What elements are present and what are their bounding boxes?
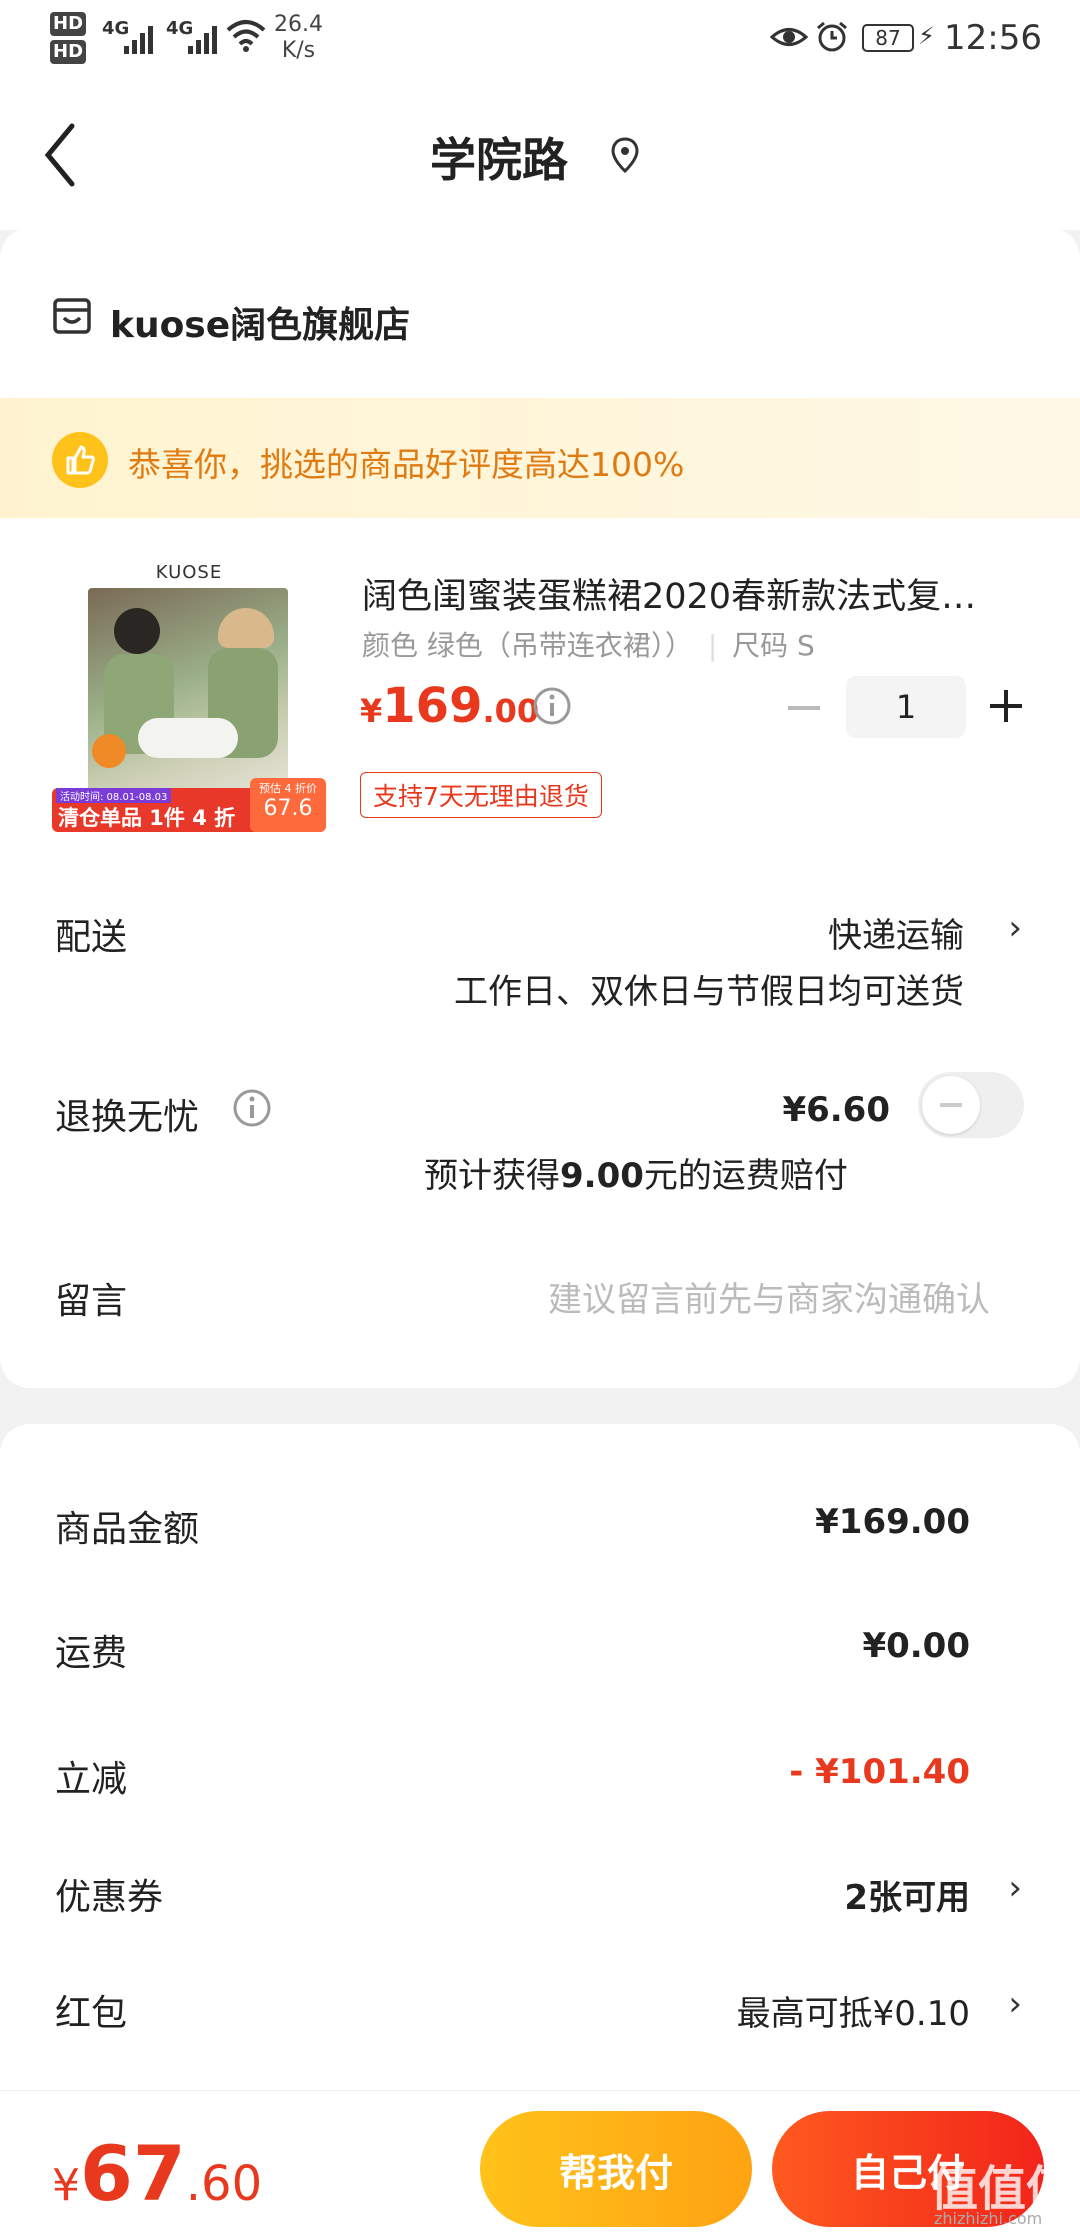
charging-icon: ⚡ — [918, 22, 935, 50]
toggle-knob — [922, 1076, 980, 1134]
signal1-icon — [122, 22, 156, 64]
help-pay-button[interactable]: 帮我付 — [480, 2111, 752, 2227]
insurance-price: ¥6.60 — [782, 1090, 890, 1130]
promo-ribbon: 活动时间: 08.01-08.03 清仓单品 1件 4 折 预估 4 折价 67… — [52, 778, 326, 832]
wifi-icon — [226, 18, 266, 62]
status-bar: HD HD 4G 4G 26.4 K/s 87 ⚡ 12:56 — [0, 0, 1080, 80]
nav-bar: 学院路 — [0, 80, 1080, 230]
message-label: 留言 — [55, 1281, 128, 1322]
praise-text: 恭喜你，挑选的商品好评度高达100% — [128, 445, 685, 484]
redpacket-value[interactable]: 最高可抵¥0.10 — [737, 1986, 970, 2035]
message-input[interactable]: 建议留言前先与商家沟通确认 — [548, 1272, 990, 1321]
shop-icon — [52, 296, 92, 340]
increase-button[interactable] — [988, 688, 1024, 728]
insurance-note: 预计获得9.00元的运费赔付 — [424, 1156, 848, 1196]
goods-amount-value: ¥169.00 — [815, 1502, 970, 1542]
return-policy-tag: 支持7天无理由退货 — [360, 772, 602, 818]
discount-label: 立减 — [55, 1759, 128, 1800]
quantity-field[interactable]: 1 — [846, 676, 966, 738]
discount-value: - ¥101.40 — [789, 1752, 970, 1792]
product-spec: 颜色 绿色（吊带连衣裙）） | 尺码 S — [362, 629, 815, 662]
redpacket-label: 红包 — [55, 1993, 128, 2034]
thumbs-up-icon — [52, 432, 108, 488]
product-image[interactable]: KUOSE 活动时间: 08.01-08.03 清仓单品 1件 4 折 预估 4… — [52, 558, 326, 832]
coupon-chevron-icon[interactable]: › — [1008, 1868, 1022, 1908]
product-image-brand: KUOSE — [155, 562, 223, 583]
price-info-icon[interactable] — [532, 686, 572, 730]
coupon-value[interactable]: 2张可用 — [844, 1870, 970, 1919]
alarm-icon — [815, 20, 849, 62]
insurance-label: 退换无忧 — [55, 1097, 200, 1138]
delivery-chevron-icon[interactable]: › — [1008, 908, 1022, 948]
insurance-toggle[interactable] — [918, 1072, 1024, 1138]
praise-banner: 恭喜你，挑选的商品好评度高达100% — [0, 398, 1080, 518]
goods-amount-label: 商品金额 — [55, 1509, 200, 1550]
product-spec-color: 颜色 绿色（吊带连衣裙）） — [362, 629, 693, 662]
promo-ribbon-date: 活动时间: 08.01-08.03 — [56, 788, 172, 803]
hd2-badge: HD — [50, 40, 87, 64]
back-icon[interactable] — [40, 120, 80, 194]
insurance-info-icon[interactable] — [232, 1088, 272, 1132]
promo-ribbon-text: 清仓单品 1件 4 折 — [58, 806, 236, 830]
shipping-label: 运费 — [55, 1633, 128, 1674]
order-card: kuose阔色旗舰店 恭喜你，挑选的商品好评度高达100% KUOSE 活动时间… — [0, 228, 1080, 1388]
decrease-button[interactable] — [788, 706, 820, 710]
redpacket-chevron-icon[interactable]: › — [1008, 1984, 1022, 2024]
battery-icon: 87 — [862, 24, 914, 52]
delivery-note: 工作日、双休日与节假日均可送货 — [454, 972, 964, 1012]
product-spec-size: 尺码 S — [732, 629, 815, 662]
delivery-label: 配送 — [55, 917, 128, 958]
coupon-label: 优惠券 — [55, 1877, 164, 1918]
delivery-method[interactable]: 快递运输 — [828, 908, 964, 957]
signal2-icon — [186, 22, 220, 64]
product-title[interactable]: 阔色闺蜜装蛋糕裙2020春新款法式复… — [362, 568, 1022, 619]
shop-name[interactable]: kuose阔色旗舰店 — [110, 296, 410, 348]
clock: 12:56 — [944, 18, 1042, 58]
product-photo — [88, 588, 288, 800]
shipping-value: ¥0.00 — [862, 1626, 970, 1666]
page-title: 学院路 — [430, 133, 568, 187]
location-pin-icon[interactable] — [610, 136, 640, 178]
network-speed: 26.4 K/s — [274, 12, 323, 63]
watermark-url: zhizhizhi.com — [934, 2209, 1043, 2228]
total-price: ¥67.60 — [52, 2129, 263, 2218]
hd1-badge: HD — [50, 12, 87, 36]
summary-card: 商品金额 ¥169.00 运费 ¥0.00 立减 - ¥101.40 优惠券 2… — [0, 1424, 1080, 2100]
product-price: ¥169.00 — [360, 678, 540, 734]
checkout-bar: ¥67.60 帮我付 自己付 值值值 zhizhizhi.com — [0, 2090, 1080, 2240]
hd-indicators: HD HD — [50, 12, 87, 64]
eye-icon — [769, 22, 809, 60]
promo-price-badge: 预估 4 折价 67.6 — [250, 778, 326, 832]
